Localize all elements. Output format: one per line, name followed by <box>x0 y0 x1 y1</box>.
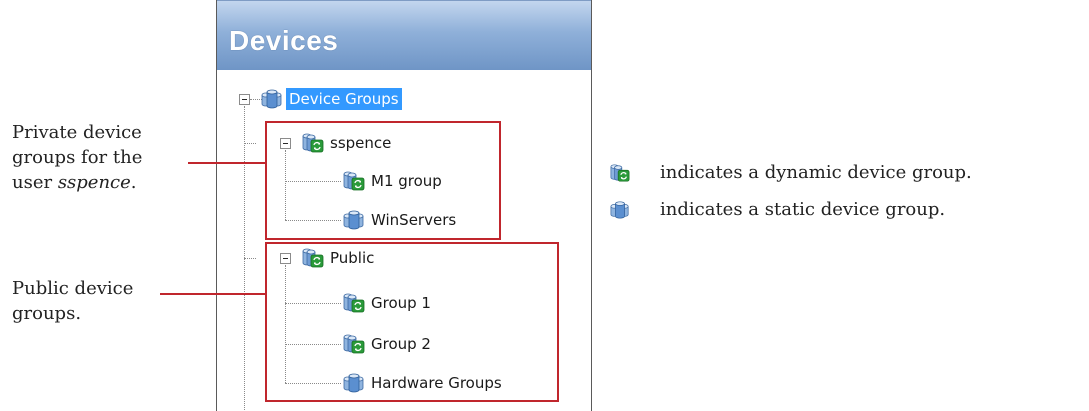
panel-title: Devices <box>229 25 339 56</box>
legend-static-text: indicates a static device group. <box>660 199 946 220</box>
annotation-line: groups for the <box>12 147 143 168</box>
legend-static: indicates a static device group. <box>610 199 945 220</box>
tree-connector <box>244 143 256 144</box>
annotation-text: user <box>12 172 58 193</box>
public-callout-line <box>160 293 265 295</box>
private-groups-callout-box <box>265 121 501 240</box>
private-callout-line <box>188 162 265 164</box>
annotation-username: sspence <box>57 172 131 193</box>
annotation-line: Public device <box>12 278 134 299</box>
public-groups-annotation: Public device groups. <box>12 276 133 326</box>
collapse-icon[interactable] <box>239 94 250 105</box>
private-groups-annotation: Private device groups for the user sspen… <box>12 120 142 195</box>
annotation-line: groups. <box>12 303 82 324</box>
tree-node-device-groups[interactable]: Device Groups <box>261 87 402 111</box>
legend-dynamic-text: indicates a dynamic device group. <box>660 162 972 183</box>
public-groups-callout-box <box>265 242 559 402</box>
annotation-text: . <box>130 172 137 193</box>
static-group-icon <box>261 88 283 110</box>
dynamic-group-icon <box>610 163 630 183</box>
devices-panel: Devices Device Groups sspence M1 group W… <box>216 0 592 411</box>
panel-header: Devices <box>217 0 591 70</box>
legend-dynamic: indicates a dynamic device group. <box>610 162 972 183</box>
tree-connector <box>244 258 256 259</box>
static-group-icon <box>610 200 630 220</box>
tree-node-label: Device Groups <box>286 88 402 110</box>
annotation-line: user sspence. <box>12 170 142 195</box>
annotation-line: Private device <box>12 122 142 143</box>
